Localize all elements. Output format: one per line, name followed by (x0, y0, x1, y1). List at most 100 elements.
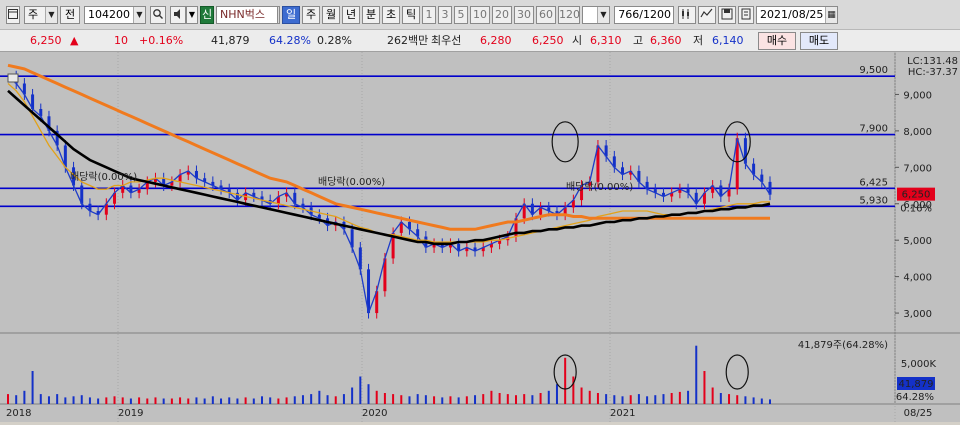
stock-name-field[interactable]: NHN벅스 (216, 6, 278, 24)
all-toggle-button[interactable]: 전 (60, 6, 80, 24)
period-1-label: 1 (425, 8, 433, 21)
save-icon[interactable] (718, 6, 736, 24)
chart-area[interactable]: 9,500 7,900 6,425 5,930 배당락(0.00%) 배당락(0.00%… (0, 52, 960, 422)
interval-day-label: 일 (285, 8, 297, 21)
volume-bar (433, 396, 436, 404)
dividend-label: 배당락(0.00%) (70, 171, 137, 183)
volume-bar (15, 395, 18, 404)
interval-tick-button[interactable]: 틱 (402, 6, 420, 24)
volume-bar (654, 395, 657, 404)
y-tick-label: 4,000 (903, 273, 932, 284)
volume-bar (465, 396, 468, 404)
count-field[interactable]: 766/1200 (614, 6, 674, 24)
search-icon[interactable] (150, 6, 166, 24)
high-price: 6,360 (650, 34, 682, 47)
chart-corner-icon[interactable] (7, 73, 19, 83)
volume-bar (687, 390, 690, 404)
volume-header: 41,879주(64.28%) (798, 340, 888, 351)
volume-bar (441, 397, 444, 404)
sell-label: 매도 (808, 34, 830, 47)
interval-week-label: 주 (305, 8, 317, 21)
calendar-icon: ▦ (825, 7, 837, 23)
volume-bar (121, 397, 124, 404)
interval-week-button[interactable]: 주 (302, 6, 320, 24)
period-30-button[interactable]: 30 (514, 6, 534, 24)
stock-chart-svg[interactable]: 9,500 7,900 6,425 5,930 배당락(0.00%) 배당락(0.00%… (0, 52, 960, 422)
volume-bar (277, 398, 280, 404)
stock-code-input[interactable]: 104200 ▼ (84, 6, 146, 24)
market-badge-label: 신 (201, 8, 213, 21)
volume-bar (703, 371, 706, 404)
volume-bar (334, 396, 337, 404)
period-120-button[interactable]: 120 (558, 6, 580, 24)
volume-bar (621, 396, 624, 404)
volume-bar (613, 395, 616, 404)
interval-minute-button[interactable]: 분 (362, 6, 380, 24)
chevron-down-icon: ▼ (133, 7, 145, 23)
interval-second-button[interactable]: 초 (382, 6, 400, 24)
speaker-menu-chevron[interactable]: ▼ (186, 6, 198, 24)
settings-icon[interactable] (738, 6, 754, 24)
volume-bar (662, 394, 665, 404)
trade-volume: 41,879 (211, 34, 250, 47)
volume-bar (244, 397, 247, 404)
period-10-button[interactable]: 10 (470, 6, 490, 24)
period-select[interactable]: 주 ▼ (24, 6, 58, 24)
volume-bar (416, 394, 419, 404)
period-5-label: 5 (457, 8, 465, 21)
price-level-label: 7,900 (859, 124, 888, 135)
volume-bar (211, 396, 214, 404)
volume-bar (678, 391, 681, 404)
period-5-button[interactable]: 5 (454, 6, 468, 24)
volume-bar (179, 397, 182, 404)
line-chart-icon[interactable] (698, 6, 716, 24)
stock-name-spacer (278, 6, 280, 24)
x-tick-label: 2020 (362, 408, 387, 419)
price-change-pct: +0.16% (139, 34, 184, 47)
volume-bar (146, 398, 149, 404)
volume-bar (351, 387, 354, 404)
chevron-down-icon: ▼ (597, 7, 609, 23)
buy-button[interactable]: 매수 (758, 32, 796, 50)
volume-bar (596, 393, 599, 404)
x-tick-label: 2018 (6, 408, 31, 419)
volume-bar (261, 396, 263, 404)
period-20-button[interactable]: 20 (492, 6, 512, 24)
interval-month-button[interactable]: 월 (322, 6, 340, 24)
volume-bar (187, 398, 190, 404)
period-60-button[interactable]: 60 (536, 6, 556, 24)
y-tick-label: 8,000 (903, 127, 932, 138)
best-quote-label: 최우선 (431, 34, 462, 47)
date-field[interactable]: 2021/08/25 ▦ (756, 6, 838, 24)
speaker-icon[interactable] (170, 6, 186, 24)
x-tick-label: 2019 (118, 408, 143, 419)
period-1-button[interactable]: 1 (422, 6, 436, 24)
bars-icon[interactable] (678, 6, 696, 24)
volume-bar (490, 390, 493, 404)
volume-bar (629, 395, 632, 404)
period-custom-input[interactable]: ▼ (582, 6, 610, 24)
volume-bar (310, 394, 313, 404)
volume-bar (498, 393, 501, 404)
volume-bar (580, 387, 583, 404)
volume-bar (367, 384, 370, 404)
interval-year-button[interactable]: 년 (342, 6, 360, 24)
volume-bar (449, 396, 452, 404)
period-30-label: 30 (517, 8, 531, 21)
period-3-button[interactable]: 3 (438, 6, 452, 24)
volume-ratio: 64.28% (269, 34, 311, 47)
best-ask: 6,280 (480, 34, 512, 47)
chevron-down-icon: ▼ (45, 7, 57, 23)
volume-bar (646, 396, 649, 404)
y-tick-label: 7,000 (903, 163, 932, 174)
volume-bar (531, 395, 534, 404)
volume-bar (695, 345, 698, 404)
chart-window-icon[interactable] (6, 6, 20, 24)
volume-bar (342, 394, 345, 404)
sell-button[interactable]: 매도 (800, 32, 838, 50)
toolbar: 주 ▼ 전 104200 ▼ ▼ 신 NHN벅스 일 주 월 년 분 초 틱 1… (0, 0, 960, 30)
interval-day-button[interactable]: 일 (282, 6, 300, 24)
volume-bar (547, 390, 550, 404)
count-total: /1200 (639, 8, 671, 21)
volume-bar (23, 390, 26, 404)
